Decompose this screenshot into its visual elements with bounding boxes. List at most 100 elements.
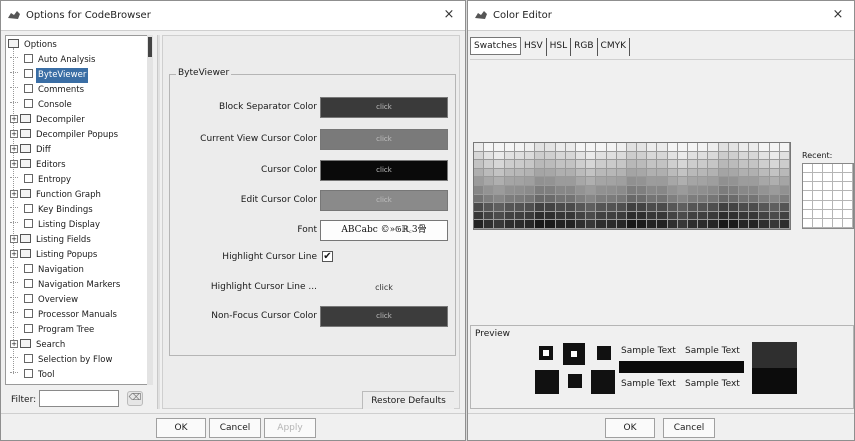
- swatch-cell[interactable]: [647, 160, 658, 169]
- tree-item[interactable]: Program Tree: [10, 323, 96, 338]
- swatch-cell[interactable]: [677, 151, 689, 161]
- swatch-cell[interactable]: [718, 160, 729, 169]
- swatch-cell[interactable]: [769, 186, 780, 195]
- recent-swatch-cell[interactable]: [833, 191, 843, 201]
- swatch-cell[interactable]: [779, 211, 790, 221]
- swatch-cell[interactable]: [647, 203, 658, 212]
- swatch-cell[interactable]: [637, 186, 648, 195]
- swatch-cell[interactable]: [474, 151, 485, 161]
- swatch-cell[interactable]: [596, 168, 607, 178]
- swatch-cell[interactable]: [524, 160, 536, 169]
- ok-button[interactable]: OK: [605, 418, 655, 438]
- swatch-cell[interactable]: [688, 220, 699, 229]
- swatch-cell[interactable]: [555, 160, 566, 169]
- swatch-cell[interactable]: [555, 220, 566, 229]
- tree-item[interactable]: Processor Manuals: [10, 308, 119, 323]
- swatch-cell[interactable]: [555, 168, 566, 178]
- swatch-cell[interactable]: [657, 143, 668, 152]
- swatch-cell[interactable]: [535, 168, 546, 178]
- tree-item[interactable]: + Diff: [10, 143, 53, 158]
- swatch-cell[interactable]: [667, 186, 678, 195]
- swatch-cell[interactable]: [739, 143, 750, 152]
- swatch-cell[interactable]: [688, 168, 699, 178]
- tree-item[interactable]: + Editors: [10, 158, 68, 173]
- swatch-cell[interactable]: [586, 220, 597, 229]
- recent-swatch-cell[interactable]: [813, 191, 823, 201]
- swatch-cell[interactable]: [677, 194, 689, 204]
- swatch-cell[interactable]: [708, 194, 719, 204]
- swatch-cell[interactable]: [514, 203, 525, 212]
- swatch-cell[interactable]: [769, 194, 780, 204]
- recent-swatch-cell[interactable]: [823, 218, 833, 228]
- swatch-cell[interactable]: [759, 168, 770, 178]
- swatch-cell[interactable]: [484, 186, 495, 195]
- recent-swatch-cell[interactable]: [803, 191, 813, 201]
- tree-item[interactable]: + Decompiler: [10, 113, 87, 128]
- swatch-cell[interactable]: [728, 160, 740, 169]
- swatch-cell[interactable]: [494, 168, 505, 178]
- swatch-cell[interactable]: [484, 211, 495, 221]
- swatch-cell[interactable]: [667, 143, 678, 152]
- swatch-cell[interactable]: [728, 168, 740, 178]
- swatch-cell[interactable]: [596, 177, 607, 186]
- swatch-cell[interactable]: [535, 211, 546, 221]
- swatch-cell[interactable]: [484, 220, 495, 229]
- swatch-cell[interactable]: [657, 220, 668, 229]
- swatch-cell[interactable]: [728, 186, 740, 195]
- recent-swatch-cell[interactable]: [833, 173, 843, 183]
- options-titlebar[interactable]: Options for CodeBrowser ×: [1, 1, 465, 31]
- recent-swatch-cell[interactable]: [823, 182, 833, 192]
- swatch-cell[interactable]: [524, 177, 536, 186]
- swatch-cell[interactable]: [677, 143, 689, 152]
- swatch-cell[interactable]: [484, 143, 495, 152]
- swatch-cell[interactable]: [677, 186, 689, 195]
- swatch-cell[interactable]: [626, 177, 638, 186]
- swatch-cell[interactable]: [606, 220, 617, 229]
- swatch-cell[interactable]: [749, 211, 760, 221]
- swatch-cell[interactable]: [484, 194, 495, 204]
- swatch-cell[interactable]: [575, 168, 587, 178]
- swatch-cell[interactable]: [555, 203, 566, 212]
- swatch-cell[interactable]: [647, 177, 658, 186]
- swatch-cell[interactable]: [637, 194, 648, 204]
- swatch-cell[interactable]: [698, 177, 709, 186]
- swatch-cell[interactable]: [739, 160, 750, 169]
- swatch-cell[interactable]: [586, 177, 597, 186]
- expand-icon[interactable]: +: [10, 189, 18, 198]
- swatch-cell[interactable]: [728, 143, 740, 152]
- swatch-cell[interactable]: [545, 194, 556, 204]
- tree-item[interactable]: + Search: [10, 338, 67, 353]
- swatch-cell[interactable]: [565, 143, 576, 152]
- swatch-cell[interactable]: [708, 151, 719, 161]
- recent-swatch-cell[interactable]: [843, 182, 853, 192]
- swatch-cell[interactable]: [688, 177, 699, 186]
- swatch-cell[interactable]: [637, 177, 648, 186]
- swatch-cell[interactable]: [657, 151, 668, 161]
- font-chooser-button[interactable]: ABCabc ©»𝔊ℝ꜀3骨: [320, 220, 448, 241]
- swatch-cell[interactable]: [626, 186, 638, 195]
- swatch-cell[interactable]: [504, 203, 515, 212]
- swatch-cell[interactable]: [728, 194, 740, 204]
- swatch-cell[interactable]: [565, 160, 576, 169]
- swatch-cell[interactable]: [688, 186, 699, 195]
- swatch-cell[interactable]: [698, 211, 709, 221]
- expand-icon[interactable]: +: [10, 144, 18, 153]
- swatch-cell[interactable]: [739, 220, 750, 229]
- recent-swatch-cell[interactable]: [803, 218, 813, 228]
- apply-button[interactable]: Apply: [264, 418, 316, 438]
- swatch-cell[interactable]: [637, 203, 648, 212]
- recent-swatch-grid[interactable]: [802, 163, 854, 229]
- swatch-cell[interactable]: [596, 160, 607, 169]
- swatch-cell[interactable]: [504, 151, 515, 161]
- swatch-cell[interactable]: [494, 151, 505, 161]
- swatch-cell[interactable]: [657, 194, 668, 204]
- swatch-cell[interactable]: [749, 220, 760, 229]
- swatch-cell[interactable]: [586, 151, 597, 161]
- swatch-cell[interactable]: [739, 194, 750, 204]
- swatch-cell[interactable]: [596, 194, 607, 204]
- swatch-cell[interactable]: [698, 168, 709, 178]
- swatch-cell[interactable]: [524, 194, 536, 204]
- swatch-cell[interactable]: [575, 211, 587, 221]
- swatch-cell[interactable]: [637, 220, 648, 229]
- swatch-cell[interactable]: [677, 203, 689, 212]
